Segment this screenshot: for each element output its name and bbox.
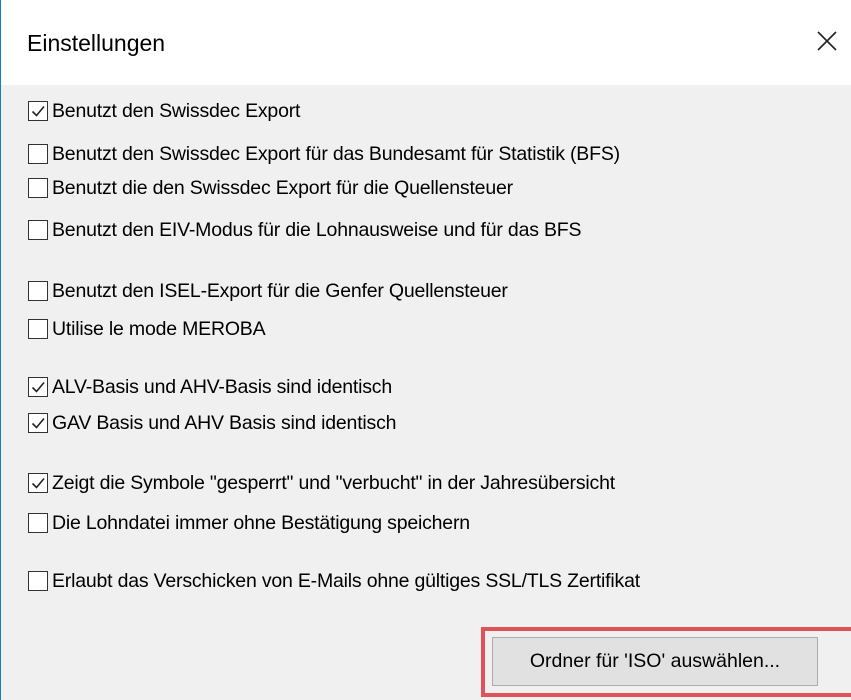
checkmark-icon bbox=[30, 180, 46, 196]
option-swissdec-bfs[interactable]: Benutzt den Swissdec Export für das Bund… bbox=[28, 141, 620, 167]
checkbox[interactable] bbox=[28, 144, 48, 164]
option-label: Benutzt den EIV-Modus für die Lohnauswei… bbox=[52, 219, 582, 241]
option-isel-export[interactable]: Benutzt den ISEL-Export für die Genfer Q… bbox=[28, 278, 508, 304]
checkmark-icon bbox=[30, 515, 46, 531]
checkmark-icon bbox=[31, 105, 45, 117]
checkbox[interactable] bbox=[28, 319, 48, 339]
option-save-without-confirmation[interactable]: Die Lohndatei immer ohne Bestätigung spe… bbox=[28, 510, 470, 536]
option-meroba-mode[interactable]: Utilise le mode MEROBA bbox=[28, 316, 266, 342]
option-label: Erlaubt das Verschicken von E-Mails ohne… bbox=[52, 570, 640, 592]
option-label: Benutzt den Swissdec Export bbox=[52, 100, 301, 122]
checkmark-icon bbox=[30, 321, 46, 337]
checkbox[interactable] bbox=[28, 220, 48, 240]
checkbox[interactable] bbox=[28, 101, 48, 121]
checkmark-icon bbox=[30, 573, 46, 589]
option-label: Benutzt den ISEL-Export für die Genfer Q… bbox=[52, 280, 508, 302]
option-swissdec-export[interactable]: Benutzt den Swissdec Export bbox=[28, 98, 300, 124]
option-label: Zeigt die Symbole "gesperrt" und "verbuc… bbox=[52, 472, 615, 494]
option-gav-ahv-identical[interactable]: GAV Basis und AHV Basis sind identisch bbox=[28, 410, 396, 436]
checkbox[interactable] bbox=[28, 281, 48, 301]
checkmark-icon bbox=[30, 283, 46, 299]
close-button[interactable] bbox=[801, 12, 851, 70]
checkmark-icon bbox=[31, 381, 45, 393]
checkbox[interactable] bbox=[28, 513, 48, 533]
option-label: ALV-Basis und AHV-Basis sind identisch bbox=[52, 376, 392, 398]
option-label: Utilise le mode MEROBA bbox=[52, 318, 266, 340]
checkmark-icon bbox=[30, 222, 46, 238]
option-label: GAV Basis und AHV Basis sind identisch bbox=[52, 412, 397, 434]
select-iso-folder-button[interactable]: Ordner für 'ISO' auswählen... bbox=[492, 637, 818, 686]
checkmark-icon bbox=[31, 417, 45, 429]
checkmark-icon bbox=[30, 146, 46, 162]
close-icon bbox=[816, 31, 837, 51]
settings-dialog: Einstellungen Benutzt den Swissdec Expor… bbox=[0, 0, 851, 700]
dialog-title: Einstellungen bbox=[27, 30, 166, 56]
checkbox[interactable] bbox=[28, 571, 48, 591]
option-swissdec-quellensteuer[interactable]: Benutzt die den Swissdec Export für die … bbox=[28, 175, 513, 201]
checkbox[interactable] bbox=[28, 413, 48, 433]
checkbox[interactable] bbox=[28, 178, 48, 198]
title-bar: Einstellungen bbox=[1, 0, 851, 85]
option-label: Benutzt die den Swissdec Export für die … bbox=[52, 177, 513, 199]
option-label: Benutzt den Swissdec Export für das Bund… bbox=[52, 143, 620, 165]
checkmark-icon bbox=[31, 477, 45, 489]
checkbox[interactable] bbox=[28, 377, 48, 397]
option-eiv-mode[interactable]: Benutzt den EIV-Modus für die Lohnauswei… bbox=[28, 217, 582, 243]
option-alv-ahv-identical[interactable]: ALV-Basis und AHV-Basis sind identisch bbox=[28, 374, 392, 400]
option-show-symbols[interactable]: Zeigt die Symbole "gesperrt" und "verbuc… bbox=[28, 470, 615, 496]
option-email-without-ssl[interactable]: Erlaubt das Verschicken von E-Mails ohne… bbox=[28, 568, 640, 594]
checkbox[interactable] bbox=[28, 473, 48, 493]
option-label: Die Lohndatei immer ohne Bestätigung spe… bbox=[52, 512, 470, 534]
